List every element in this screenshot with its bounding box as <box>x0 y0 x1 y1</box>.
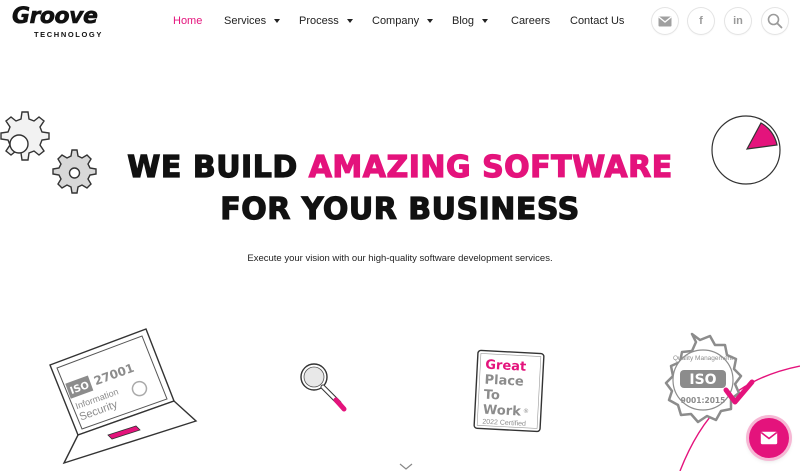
linkedin-social-button[interactable]: in <box>725 8 751 34</box>
groove-logo[interactable]: Groove TECHNOLOGY <box>12 4 108 40</box>
logo-wordmark: Groove <box>12 4 99 30</box>
nav-careers-label: Careers <box>511 15 551 27</box>
chevron-down-icon <box>346 19 353 23</box>
hero-subtitle: Execute your vision with our high-qualit… <box>247 253 553 264</box>
iso-9001-logo-text: ISO <box>689 372 716 388</box>
nav-contact-label: Contact Us <box>570 15 625 27</box>
nav-home-label: Home <box>173 15 203 27</box>
nav-company[interactable]: Company <box>372 15 434 27</box>
great-place-to-work-badge: Great Place To Work ® 2022 Certified <box>473 349 545 433</box>
nav-blog[interactable]: Blog <box>452 15 489 27</box>
nav-services-label: Services <box>224 15 267 27</box>
facebook-icon: f <box>699 15 703 27</box>
arrow-icon <box>399 463 413 470</box>
gptw-line3: To <box>483 388 500 404</box>
hero-heading-part: WE BUILD <box>127 149 309 185</box>
site-header: Groove TECHNOLOGY Home Services Process … <box>0 0 800 44</box>
gptw-line4: Work <box>483 403 522 420</box>
nav-careers[interactable]: Careers <box>511 15 550 27</box>
chevron-down-icon <box>482 19 489 23</box>
nav-home[interactable]: Home <box>173 15 202 27</box>
hero-heading-highlight: AMAZING SOFTWARE <box>308 149 673 185</box>
iso-9001-top-text: Quality Management <box>673 355 733 362</box>
nav-contact-us[interactable]: Contact Us <box>570 15 624 27</box>
linkedin-icon: in <box>733 15 743 27</box>
hero-heading-line1: WE BUILD AMAZING SOFTWARE <box>0 149 800 185</box>
floating-contact-button[interactable] <box>749 418 789 458</box>
nav-process-label: Process <box>299 15 339 27</box>
nav-process[interactable]: Process <box>299 15 353 27</box>
magnifier-illustration <box>300 363 347 412</box>
search-icon <box>767 13 783 29</box>
nav-company-label: Company <box>372 15 420 27</box>
logo-tagline: TECHNOLOGY <box>34 30 103 39</box>
email-social-button[interactable] <box>652 8 678 34</box>
search-button[interactable] <box>762 8 788 34</box>
nav-services[interactable]: Services <box>224 15 281 27</box>
chevron-down-icon <box>274 19 281 23</box>
iso-27001-laptop-illustration: ISO 27001 Information Security <box>49 328 198 465</box>
email-icon <box>658 15 672 26</box>
hero-heading-line2: FOR YOUR BUSINESS <box>220 191 580 227</box>
chevron-down-icon <box>427 19 434 23</box>
facebook-social-button[interactable]: f <box>688 8 714 34</box>
iso-9001-number: 9001:2015 <box>681 396 726 405</box>
email-icon <box>760 431 778 445</box>
nav-blog-label: Blog <box>452 15 475 27</box>
gptw-registered-mark: ® <box>523 408 529 415</box>
